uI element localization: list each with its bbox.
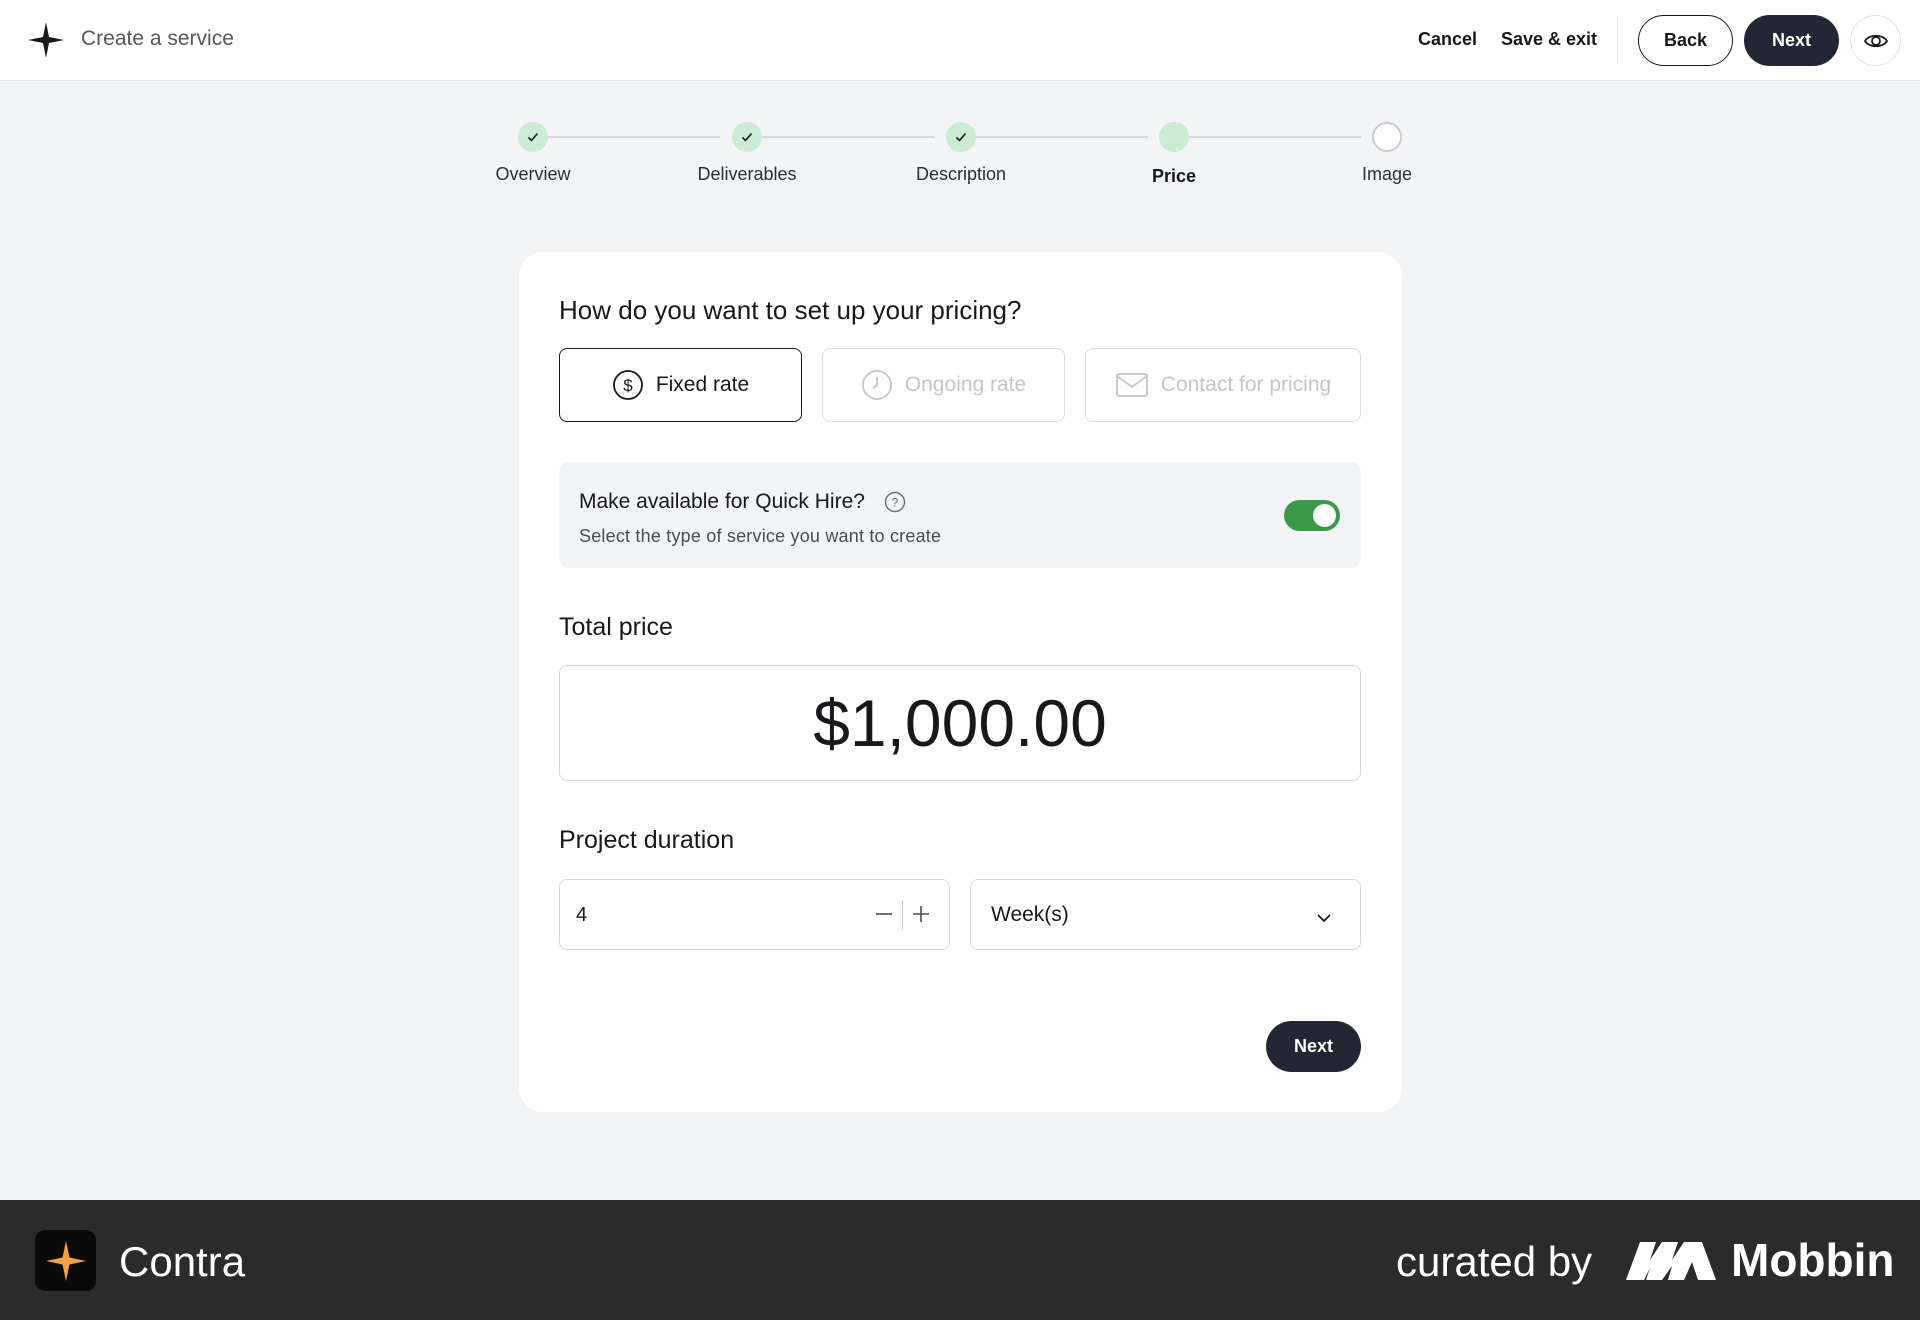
minus-icon	[876, 913, 892, 915]
dollar-circle-icon: $	[612, 370, 643, 400]
mail-icon	[1115, 373, 1148, 397]
duration-number-input[interactable]: 4	[559, 879, 950, 950]
duration-value: 4	[576, 904, 588, 926]
project-duration-label: Project duration	[559, 826, 735, 854]
decrement-button[interactable]	[870, 900, 898, 928]
step-price-indicator[interactable]	[1159, 122, 1189, 152]
quick-hire-toggle[interactable]	[1284, 500, 1340, 531]
quick-hire-subtitle: Select the type of service you want to c…	[579, 526, 942, 546]
curated-by-text: curated by	[1396, 1238, 1593, 1285]
toggle-knob	[1313, 504, 1336, 527]
check-icon	[955, 132, 967, 142]
chevron-down-icon	[1317, 914, 1331, 923]
step-label-deliverables[interactable]: Deliverables	[697, 164, 796, 185]
increment-button[interactable]	[907, 900, 935, 928]
mobbin-brand-name: Mobbin	[1731, 1234, 1895, 1286]
contact-for-pricing-label: Contact for pricing	[1160, 373, 1332, 396]
duration-unit-select[interactable]: Week(s)	[970, 879, 1361, 950]
contra-logo-icon	[35, 1230, 96, 1291]
next-button-top[interactable]: Next	[1744, 15, 1839, 66]
next-button[interactable]: Next	[1266, 1021, 1361, 1072]
check-icon	[741, 132, 753, 142]
step-image-indicator[interactable]	[1372, 122, 1402, 152]
ongoing-rate-label: Ongoing rate	[904, 373, 1027, 396]
stepper-divider	[902, 900, 903, 930]
quick-hire-panel: Make available for Quick Hire? ? Select …	[559, 462, 1361, 568]
pricing-question: How do you want to set up your pricing?	[559, 295, 1022, 325]
step-connector	[1189, 136, 1361, 138]
step-connector	[762, 136, 934, 138]
plus-icon	[913, 906, 929, 922]
contra-brand-name: Contra	[119, 1238, 246, 1285]
help-icon[interactable]: ?	[884, 491, 906, 513]
step-label-price[interactable]: Price	[1152, 166, 1196, 187]
total-price-label: Total price	[559, 613, 673, 641]
svg-text:?: ?	[892, 496, 899, 510]
total-price-input[interactable]: $1,000.00	[559, 665, 1361, 781]
header-divider	[1617, 19, 1618, 63]
eye-icon	[1863, 34, 1888, 47]
pricing-card: How do you want to set up your pricing? …	[519, 252, 1402, 1112]
fixed-rate-label: Fixed rate	[655, 373, 750, 396]
back-button[interactable]: Back	[1638, 15, 1733, 66]
save-exit-link[interactable]: Save & exit	[1501, 29, 1597, 50]
step-overview-indicator[interactable]	[518, 122, 548, 152]
svg-text:$: $	[623, 376, 633, 395]
contact-for-pricing-option[interactable]: Contact for pricing	[1085, 348, 1361, 422]
page-title: Create a service	[81, 27, 234, 50]
step-label-description[interactable]: Description	[916, 164, 1006, 185]
check-icon	[527, 132, 539, 142]
step-label-overview[interactable]: Overview	[495, 164, 570, 185]
step-label-image[interactable]: Image	[1362, 164, 1412, 185]
step-connector	[548, 136, 720, 138]
quick-hire-title: Make available for Quick Hire?	[579, 490, 865, 513]
ongoing-rate-option[interactable]: Ongoing rate	[822, 348, 1065, 422]
app-logo-icon[interactable]	[26, 20, 66, 60]
footer-banner: Contra curated by Mobbin	[0, 1200, 1920, 1320]
fixed-rate-option[interactable]: $ Fixed rate	[559, 348, 802, 422]
step-connector	[976, 136, 1148, 138]
cancel-link[interactable]: Cancel	[1418, 29, 1477, 50]
mobbin-logo-icon	[1626, 1242, 1716, 1280]
preview-button[interactable]	[1850, 15, 1901, 66]
top-bar: Create a service Cancel Save & exit Back…	[0, 0, 1920, 81]
step-deliverables-indicator[interactable]	[732, 122, 762, 152]
step-description-indicator[interactable]	[946, 122, 976, 152]
clock-icon	[861, 370, 892, 400]
duration-unit-value: Week(s)	[991, 903, 1069, 926]
